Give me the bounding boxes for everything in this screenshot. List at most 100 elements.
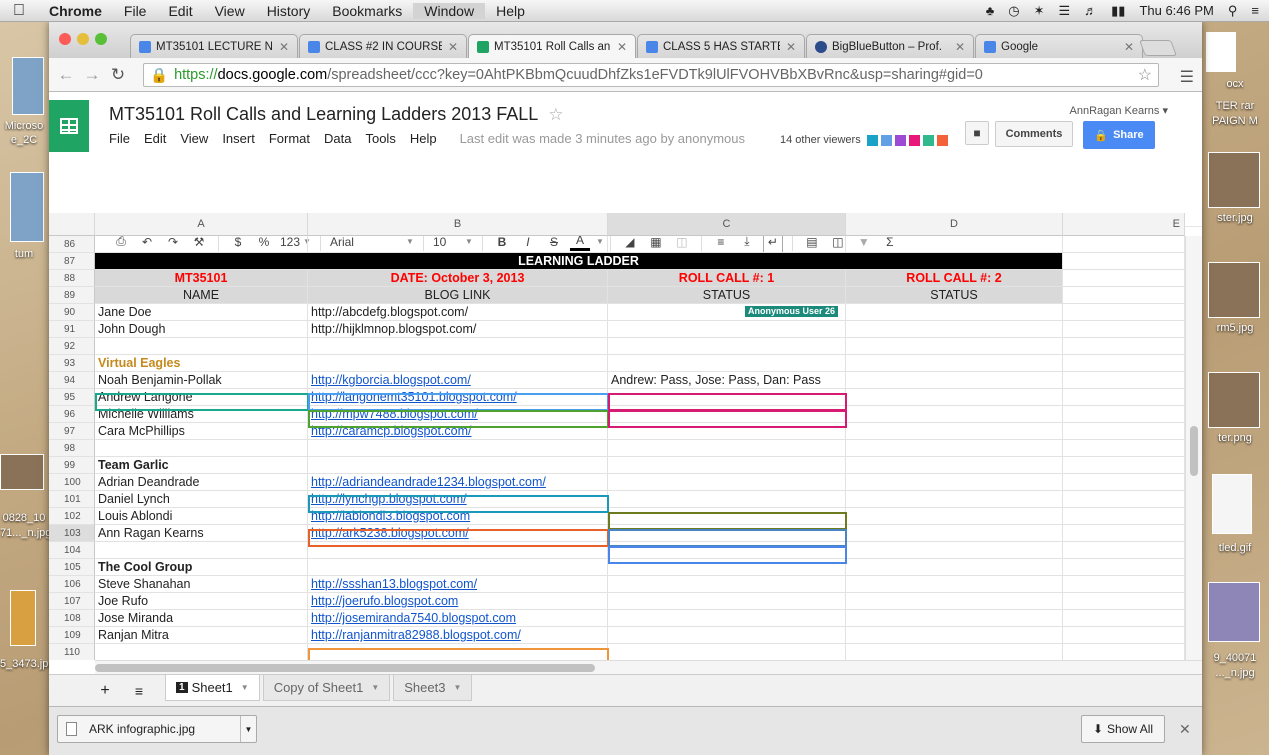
cell-a[interactable]: MT35101 — [95, 270, 308, 287]
cell-a[interactable]: NAME — [95, 287, 308, 304]
image-thumbnail-icon[interactable] — [1208, 262, 1260, 318]
zoom-window-icon[interactable] — [95, 33, 107, 45]
cell-b[interactable]: http://ranjanmitra82988.blogspot.com/ — [308, 627, 608, 644]
cell-b[interactable] — [308, 236, 608, 253]
time-machine-icon[interactable]: ◷ — [1008, 3, 1019, 19]
cell-b[interactable]: http://abcdefg.blogspot.com/ — [308, 304, 608, 321]
address-bar[interactable]: 🔒 https:// docs.google.com /spreadsheet/… — [143, 63, 1159, 87]
docs-menu-help[interactable]: Help — [410, 131, 437, 146]
cell-c[interactable] — [608, 627, 846, 644]
cell-c[interactable] — [608, 559, 846, 576]
cell-e[interactable] — [1063, 457, 1185, 474]
document-icon[interactable] — [1206, 32, 1236, 72]
chrome-menu-icon[interactable]: ☰ — [1180, 67, 1194, 87]
cell-d[interactable] — [846, 423, 1063, 440]
sheet-tab[interactable]: Copy of Sheet1 ▼ — [262, 675, 391, 701]
cell-e[interactable] — [1063, 287, 1185, 304]
select-all-corner[interactable] — [49, 213, 95, 236]
cell-e[interactable] — [1063, 304, 1185, 321]
cell-d[interactable] — [846, 236, 1063, 253]
cell-a[interactable]: Daniel Lynch — [95, 491, 308, 508]
cell-e[interactable] — [1063, 355, 1185, 372]
cell-a[interactable]: John Dough — [95, 321, 308, 338]
row-number[interactable]: 106 — [49, 576, 95, 593]
column-header-e[interactable]: E — [1063, 213, 1185, 236]
column-header-b[interactable]: B — [308, 213, 608, 236]
docs-menu-edit[interactable]: Edit — [144, 131, 166, 146]
row-number[interactable]: 86 — [49, 236, 95, 253]
viewers[interactable]: 14 other viewers — [780, 134, 948, 146]
cell-e[interactable] — [1063, 406, 1185, 423]
cell-c[interactable] — [608, 321, 846, 338]
viewer-swatch[interactable] — [922, 134, 934, 146]
cell-a[interactable]: Virtual Eagles — [95, 355, 308, 372]
cell-a[interactable]: Adrian Deandrade — [95, 474, 308, 491]
folder-icon[interactable] — [10, 172, 44, 242]
cell-d[interactable] — [846, 372, 1063, 389]
cell-e[interactable] — [1063, 593, 1185, 610]
cell-a[interactable]: Jose Miranda — [95, 610, 308, 627]
close-downloads-icon[interactable]: ✕ — [1179, 721, 1191, 738]
cell-e[interactable] — [1063, 236, 1185, 253]
row-number[interactable]: 107 — [49, 593, 95, 610]
cell-e[interactable] — [1063, 559, 1185, 576]
image-thumbnail-icon[interactable] — [1208, 582, 1260, 642]
scroll-thumb[interactable] — [1190, 426, 1198, 476]
cell-a[interactable]: Ranjan Mitra — [95, 627, 308, 644]
cell-e[interactable] — [1063, 270, 1185, 287]
row-number[interactable]: 100 — [49, 474, 95, 491]
menu-app[interactable]: Chrome — [38, 3, 113, 19]
cell-a[interactable]: The Cool Group — [95, 559, 308, 576]
vertical-scrollbar[interactable] — [1185, 236, 1202, 660]
cell-b[interactable] — [308, 644, 608, 660]
menu-edit[interactable]: Edit — [157, 3, 203, 19]
cell-b[interactable]: http://joerufo.blogspot.com — [308, 593, 608, 610]
cell-a[interactable] — [95, 644, 308, 660]
cell-b[interactable] — [308, 457, 608, 474]
docs-menu-format[interactable]: Format — [269, 131, 310, 146]
viewer-swatch[interactable] — [880, 134, 892, 146]
cell-e[interactable] — [1063, 644, 1185, 660]
folder-icon[interactable] — [12, 57, 44, 115]
cell-b[interactable]: http://caramcp.blogspot.com/ — [308, 423, 608, 440]
user-account[interactable]: AnnRagan Kearns ▾ — [1070, 104, 1168, 117]
cell-a[interactable]: Jane Doe — [95, 304, 308, 321]
cell-b[interactable]: http://ssshan13.blogspot.com/ — [308, 576, 608, 593]
cell-c[interactable] — [608, 406, 846, 423]
cell-a[interactable] — [95, 542, 308, 559]
cell-e[interactable] — [1063, 525, 1185, 542]
row-number[interactable]: 91 — [49, 321, 95, 338]
cell-d[interactable] — [846, 338, 1063, 355]
cell-b[interactable]: http://hijklmnop.blogspot.com/ — [308, 321, 608, 338]
cell-d[interactable]: STATUS — [846, 287, 1063, 304]
tab-close-icon[interactable]: ✕ — [279, 40, 289, 54]
sheet-list-icon[interactable]: ≡ — [129, 680, 149, 702]
cell-b[interactable]: DATE: October 3, 2013 — [308, 270, 608, 287]
image-thumbnail-icon[interactable] — [1208, 372, 1260, 428]
cell-d[interactable] — [846, 559, 1063, 576]
cell-c[interactable] — [608, 576, 846, 593]
viewer-swatch[interactable] — [908, 134, 920, 146]
row-number[interactable]: 108 — [49, 610, 95, 627]
cell-d[interactable] — [846, 508, 1063, 525]
cell-a[interactable]: Team Garlic — [95, 457, 308, 474]
row-number[interactable]: 92 — [49, 338, 95, 355]
close-window-icon[interactable] — [59, 33, 71, 45]
row-number[interactable]: 103 — [49, 525, 95, 542]
cell-d[interactable] — [846, 644, 1063, 660]
column-header-a[interactable]: A — [95, 213, 308, 236]
row-number[interactable]: 93 — [49, 355, 95, 372]
tab-close-icon[interactable]: ✕ — [1124, 40, 1134, 54]
row-number[interactable]: 89 — [49, 287, 95, 304]
cell-b[interactable]: http://josemiranda7540.blogspot.com — [308, 610, 608, 627]
cell-b[interactable] — [308, 440, 608, 457]
cell-d[interactable] — [846, 321, 1063, 338]
cell-d[interactable] — [846, 576, 1063, 593]
sheet-tab-active[interactable]: 1 Sheet1 ▼ — [165, 675, 260, 701]
cell-c[interactable] — [608, 542, 846, 559]
row-number[interactable]: 97 — [49, 423, 95, 440]
horizontal-scrollbar[interactable] — [95, 660, 1202, 674]
comments-button[interactable]: Comments — [995, 121, 1073, 147]
cell-c[interactable] — [608, 593, 846, 610]
cell-c[interactable]: STATUS — [608, 287, 846, 304]
